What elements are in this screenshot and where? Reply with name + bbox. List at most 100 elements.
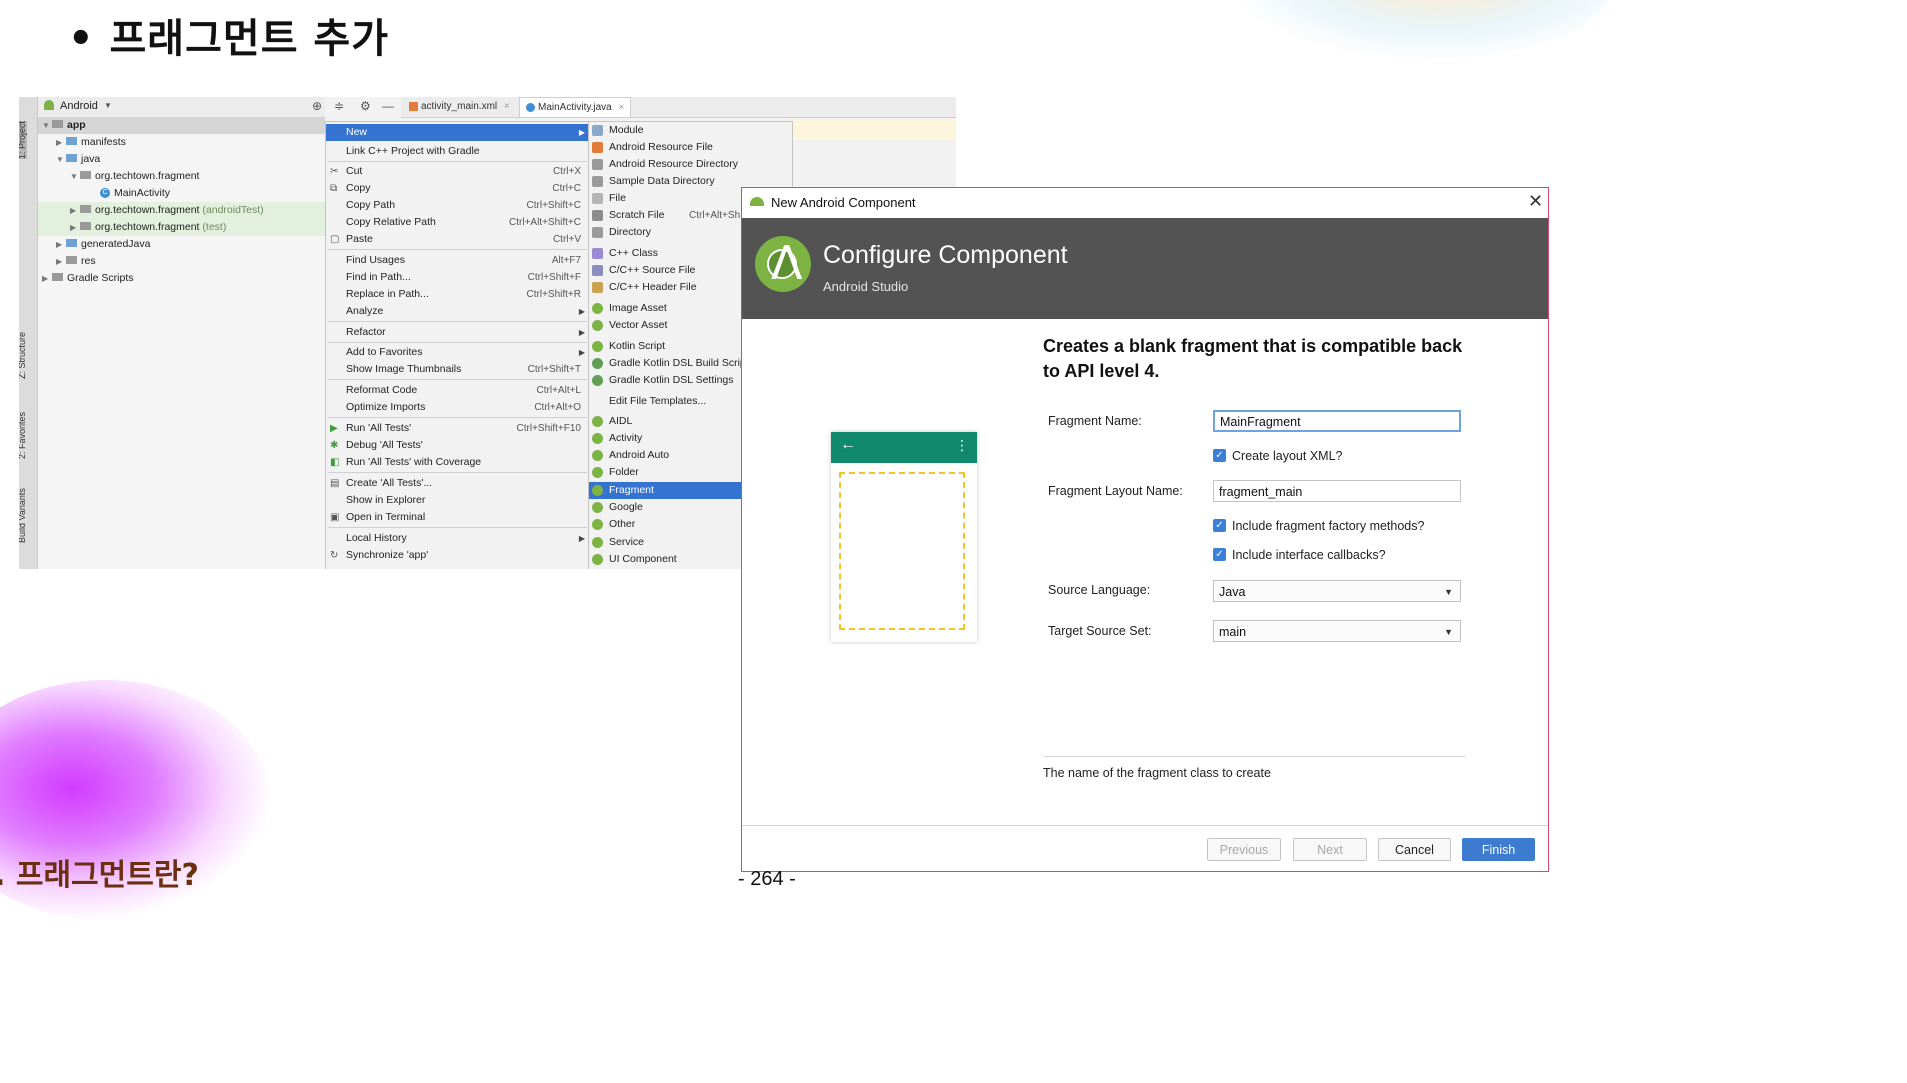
- tree-node-package-test[interactable]: ▶ org.techtown.fragment (test): [38, 219, 325, 236]
- finish-button[interactable]: Finish: [1462, 838, 1535, 861]
- cancel-button[interactable]: Cancel: [1378, 838, 1451, 861]
- tree-label: app: [67, 119, 86, 131]
- minimize-icon[interactable]: —: [382, 99, 394, 113]
- tab-mainactivity-java[interactable]: MainActivity.java ×: [519, 97, 632, 117]
- side-tab-favorites[interactable]: 2: Favorites: [19, 412, 27, 459]
- new-item-module[interactable]: Module: [589, 122, 792, 139]
- interface-callbacks-checkbox[interactable]: ✓ Include interface callbacks?: [1213, 548, 1386, 562]
- expand-arrow-icon[interactable]: ▼: [38, 151, 66, 168]
- previous-button[interactable]: Previous: [1207, 838, 1281, 861]
- menu-item-add-to-favorites[interactable]: Add to Favorites ▶: [326, 344, 589, 361]
- close-icon[interactable]: ×: [619, 102, 625, 113]
- tree-node-manifests[interactable]: ▶ manifests: [38, 134, 325, 151]
- side-tab-project[interactable]: 1: Project: [19, 120, 27, 159]
- folder-icon: [66, 137, 77, 146]
- fragment-name-input[interactable]: MainFragment: [1213, 410, 1461, 432]
- target-source-set-select[interactable]: main ▼: [1213, 620, 1461, 642]
- checkbox-label: Include interface callbacks?: [1232, 548, 1386, 562]
- expand-arrow-icon[interactable]: ▼: [38, 117, 52, 134]
- package-icon: [80, 205, 91, 214]
- android-studio-logo-icon: Λ: [755, 236, 811, 292]
- preview-app-bar: ← ⋮: [831, 432, 977, 463]
- expand-arrow-icon[interactable]: ▶: [38, 236, 66, 253]
- menu-label: Find in Path...: [346, 271, 411, 283]
- menu-item-create-all-tests[interactable]: ▤ Create 'All Tests'...: [326, 475, 589, 492]
- menu-item-find-usages[interactable]: Find Usages Alt+F7: [326, 252, 589, 269]
- next-button[interactable]: Next: [1293, 838, 1367, 861]
- page-number: - 264 -: [738, 868, 796, 890]
- expand-arrow-icon[interactable]: ▼: [38, 168, 80, 185]
- menu-item-refactor[interactable]: Refactor ▶: [326, 324, 589, 341]
- gradle-icon: [52, 273, 63, 282]
- menu-item-new[interactable]: New ▶: [326, 124, 589, 141]
- menu-item-reformat-code[interactable]: Reformat Code Ctrl+Alt+L: [326, 382, 589, 399]
- corner-decoration: [1230, 0, 1610, 60]
- menu-label: Sample Data Directory: [609, 175, 715, 187]
- tree-label: res: [81, 255, 96, 267]
- menu-item-optimize-imports[interactable]: Optimize Imports Ctrl+Alt+O: [326, 399, 589, 416]
- menu-item-open-in-terminal[interactable]: ▣ Open in Terminal: [326, 509, 589, 526]
- gear-icon[interactable]: ⚙: [360, 99, 371, 113]
- tree-node-package[interactable]: ▼ org.techtown.fragment: [38, 168, 325, 185]
- collapse-icon[interactable]: ≑: [334, 99, 344, 113]
- menu-item-copy-path[interactable]: Copy Path Ctrl+Shift+C: [326, 197, 589, 214]
- create-layout-checkbox[interactable]: ✓ Create layout XML?: [1213, 449, 1342, 463]
- package-icon: [80, 171, 91, 180]
- tree-node-package-androidtest[interactable]: ▶ org.techtown.fragment (androidTest): [38, 202, 325, 219]
- menu-item-show-in-explorer[interactable]: Show in Explorer: [326, 492, 589, 509]
- side-tab-build-variants[interactable]: Build Variants: [19, 488, 27, 543]
- android-icon: [750, 197, 764, 206]
- android-icon: [592, 554, 603, 565]
- chevron-down-icon: ▼: [1444, 627, 1453, 637]
- menu-item-synchronize[interactable]: ↻ Synchronize 'app': [326, 547, 589, 564]
- menu-item-analyze[interactable]: Analyze ▶: [326, 303, 589, 320]
- expand-arrow-icon[interactable]: ▶: [38, 219, 80, 236]
- resource-file-icon: [592, 142, 603, 153]
- side-tab-structure[interactable]: Z: Structure: [19, 332, 27, 379]
- more-vert-icon: ⋮: [955, 437, 969, 453]
- chevron-down-icon[interactable]: ▼: [104, 101, 112, 110]
- project-view-selector[interactable]: Android: [60, 100, 98, 112]
- menu-item-copy[interactable]: ⧉ Copy Ctrl+C: [326, 180, 589, 197]
- target-icon[interactable]: ⊕: [312, 99, 322, 113]
- source-language-select[interactable]: Java ▼: [1213, 580, 1461, 602]
- menu-item-link-cpp[interactable]: Link C++ Project with Gradle: [326, 143, 589, 160]
- close-icon[interactable]: ✕: [1528, 191, 1543, 212]
- menu-item-local-history[interactable]: Local History ▶: [326, 530, 589, 547]
- file-icon: [592, 193, 603, 204]
- menu-item-show-image-thumbnails[interactable]: Show Image Thumbnails Ctrl+Shift+T: [326, 361, 589, 378]
- expand-arrow-icon[interactable]: ▶: [38, 270, 52, 287]
- menu-label: Replace in Path...: [346, 288, 429, 300]
- new-item-android-resource-file[interactable]: Android Resource File: [589, 139, 792, 156]
- tree-node-res[interactable]: ▶ res: [38, 253, 325, 270]
- copy-icon: ⧉: [330, 183, 338, 194]
- menu-label: Debug 'All Tests': [346, 439, 423, 451]
- tree-node-mainactivity[interactable]: C MainActivity: [38, 185, 325, 202]
- factory-methods-checkbox[interactable]: ✓ Include fragment factory methods?: [1213, 519, 1424, 533]
- menu-item-debug-all-tests[interactable]: ✱ Debug 'All Tests': [326, 437, 589, 454]
- menu-item-replace-in-path[interactable]: Replace in Path... Ctrl+Shift+R: [326, 286, 589, 303]
- field-hint: The name of the fragment class to create: [1043, 766, 1271, 780]
- xml-file-icon: [409, 101, 418, 111]
- menu-label: Google: [609, 501, 643, 513]
- expand-arrow-icon[interactable]: ▶: [38, 202, 80, 219]
- menu-item-cut[interactable]: ✂ Cut Ctrl+X: [326, 163, 589, 180]
- tree-node-generatedjava[interactable]: ▶ generatedJava: [38, 236, 325, 253]
- menu-item-run-with-coverage[interactable]: ◧ Run 'All Tests' with Coverage: [326, 454, 589, 471]
- expand-arrow-icon[interactable]: ▶: [38, 253, 66, 270]
- menu-label: Open in Terminal: [346, 511, 426, 523]
- menu-item-paste[interactable]: ▢ Paste Ctrl+V: [326, 231, 589, 248]
- submenu-arrow-icon: ▶: [578, 534, 585, 543]
- tree-node-java[interactable]: ▼ java: [38, 151, 325, 168]
- menu-item-copy-relative-path[interactable]: Copy Relative Path Ctrl+Alt+Shift+C: [326, 214, 589, 231]
- layout-name-input[interactable]: fragment_main: [1213, 480, 1461, 502]
- expand-arrow-icon[interactable]: ▶: [38, 134, 66, 151]
- tree-node-gradle-scripts[interactable]: ▶ Gradle Scripts: [38, 270, 325, 287]
- menu-item-run-all-tests[interactable]: ▶ Run 'All Tests' Ctrl+Shift+F10: [326, 420, 589, 437]
- tab-activity-main-xml[interactable]: activity_main.xml ×: [403, 97, 516, 116]
- tree-node-app[interactable]: ▼ app: [38, 117, 325, 134]
- menu-label: Directory: [609, 226, 652, 238]
- menu-item-find-in-path[interactable]: Find in Path... Ctrl+Shift+F: [326, 269, 589, 286]
- new-item-android-resource-directory[interactable]: Android Resource Directory: [589, 156, 792, 173]
- close-icon[interactable]: ×: [504, 101, 510, 112]
